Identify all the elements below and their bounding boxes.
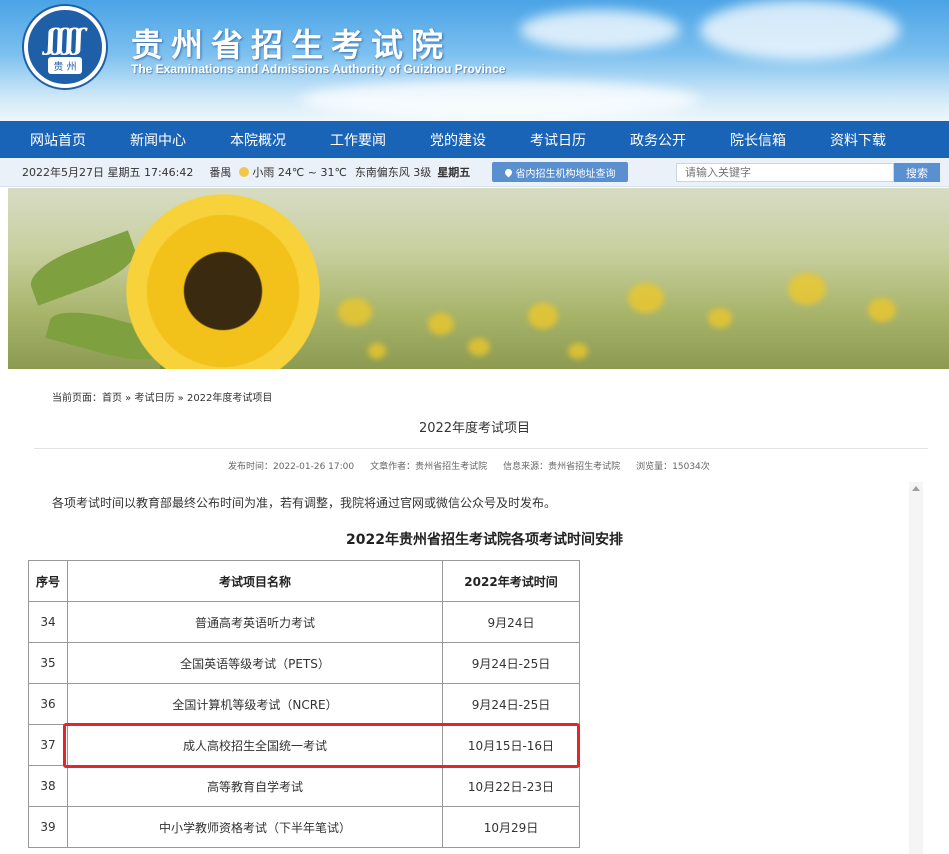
table-row: 38 高等教育自学考试 10月22日-23日	[28, 765, 580, 807]
row-name: 高等教育自学考试	[67, 765, 443, 807]
row-name: 成人高校招生全国统一考试	[67, 724, 443, 766]
article-title: 2022年度考试项目	[418, 421, 531, 436]
weather-wind: 东南偏东风 3级	[354, 166, 432, 179]
publish-time: 发布时间：2022-01-26 17:00	[228, 462, 355, 472]
row-no: 36	[28, 683, 68, 725]
nav-item-downloads[interactable]: 资料下载	[808, 130, 908, 150]
site-title: 贵州省招生考试院	[131, 26, 452, 64]
notice-text: 各项考试时间以教育部最终公布时间为准，若有调整，我院将通过官网或微信公众号及时发…	[52, 496, 557, 510]
logo-mark: ʃʃʃʃ	[46, 22, 84, 56]
table-row: 36 全国计算机等级考试（NCRE） 9月24日-25日	[28, 683, 580, 725]
row-no: 39	[28, 806, 68, 848]
address-query-button[interactable]: 省内招生机构地址查询	[492, 162, 628, 182]
sunflower-banner	[8, 188, 949, 369]
header-name: 考试项目名称	[67, 560, 443, 602]
row-time: 10月22日-23日	[442, 765, 580, 807]
nav-item-work-news[interactable]: 工作要闻	[308, 130, 408, 150]
bokeh-decoration	[708, 308, 732, 328]
nav-item-gov-affairs[interactable]: 政务公开	[608, 130, 708, 150]
logo-seal-text: 贵 州	[48, 56, 82, 74]
row-no: 34	[28, 601, 68, 643]
table-row: 34 普通高考英语听力考试 9月24日	[28, 601, 580, 643]
row-time: 9月24日-25日	[442, 683, 580, 725]
header-no: 序号	[28, 560, 68, 602]
site-header: ʃʃʃʃ 贵 州 贵州省招生考试院 The Examinations and A…	[0, 0, 949, 121]
bokeh-decoration	[528, 303, 558, 329]
address-query-label: 省内招生机构地址查询	[515, 168, 616, 180]
row-time: 10月29日	[442, 806, 580, 848]
row-no: 37	[28, 724, 68, 766]
row-name: 普通高考英语听力考试	[67, 601, 443, 643]
site-logo[interactable]: ʃʃʃʃ 贵 州	[24, 6, 106, 88]
bokeh-decoration	[868, 298, 896, 322]
bokeh-decoration	[368, 343, 386, 359]
row-no: 35	[28, 642, 68, 684]
scroll-up-arrow-icon[interactable]	[912, 486, 920, 491]
sunflower-leaf	[24, 230, 142, 306]
bokeh-decoration	[468, 338, 490, 356]
main-nav: 网站首页 新闻中心 本院概况 工作要闻 党的建设 考试日历 政务公开 院长信箱 …	[0, 121, 949, 158]
bokeh-decoration	[428, 313, 454, 335]
table-row: 39 中小学教师资格考试（下半年笔试） 10月29日	[28, 806, 580, 848]
nav-item-about[interactable]: 本院概况	[208, 130, 308, 150]
info-bar: 2022年5月27日 星期五 17:46:42 番禺 小雨 24℃ ~ 31℃ …	[0, 158, 949, 187]
row-name: 全国计算机等级考试（NCRE）	[67, 683, 443, 725]
cloud-decoration	[300, 80, 700, 120]
row-time: 9月24日-25日	[442, 642, 580, 684]
sunflower-flower	[126, 194, 320, 369]
article-views: 浏览量：15034次	[636, 462, 710, 472]
table-row-highlighted: 37 成人高校招生全国统一考试 10月15日-16日	[28, 724, 580, 766]
table-title: 2022年贵州省招生考试院各项考试时间安排	[346, 532, 623, 548]
cloud-decoration	[520, 10, 680, 50]
row-name: 中小学教师资格考试（下半年笔试）	[67, 806, 443, 848]
nav-item-exam-calendar[interactable]: 考试日历	[508, 130, 608, 150]
row-time: 10月15日-16日	[442, 724, 580, 766]
cloud-decoration	[700, 0, 900, 60]
search-button[interactable]: 搜索	[894, 163, 940, 182]
bokeh-decoration	[788, 273, 826, 305]
weather-text: 小雨 24℃ ~ 31℃	[252, 166, 347, 179]
exam-schedule-table: 序号 考试项目名称 2022年考试时间 34 普通高考英语听力考试 9月24日 …	[28, 560, 580, 848]
bokeh-decoration	[628, 283, 664, 313]
search-input[interactable]	[676, 163, 894, 182]
nav-item-president-mailbox[interactable]: 院长信箱	[708, 130, 808, 150]
site-subtitle: The Examinations and Admissions Authorit…	[131, 62, 506, 76]
row-no: 38	[28, 765, 68, 807]
bokeh-decoration	[568, 343, 588, 359]
article-author: 文章作者：贵州省招生考试院	[370, 462, 488, 472]
location-pin-icon	[503, 167, 513, 177]
article-source: 信息来源：贵州省招生考试院	[503, 462, 621, 472]
nav-item-news[interactable]: 新闻中心	[108, 130, 208, 150]
bokeh-decoration	[338, 298, 372, 326]
nav-item-party[interactable]: 党的建设	[408, 130, 508, 150]
weather-weekday: 星期五	[437, 166, 471, 179]
row-time: 9月24日	[442, 601, 580, 643]
nav-item-home[interactable]: 网站首页	[8, 130, 108, 150]
header-time: 2022年考试时间	[442, 560, 580, 602]
weather-city: 番禺	[209, 166, 232, 179]
weather-rain-icon	[239, 167, 250, 177]
current-date: 2022年5月27日 星期五 17:46:42	[22, 166, 194, 179]
breadcrumb: 当前页面：首页 » 考试日历 » 2022年度考试项目	[52, 393, 273, 404]
article-meta: 发布时间：2022-01-26 17:00 文章作者：贵州省招生考试院 信息来源…	[228, 459, 710, 472]
title-divider	[34, 448, 928, 449]
table-row: 35 全国英语等级考试（PETS） 9月24日-25日	[28, 642, 580, 684]
table-header-row: 序号 考试项目名称 2022年考试时间	[28, 560, 580, 602]
row-name: 全国英语等级考试（PETS）	[67, 642, 443, 684]
